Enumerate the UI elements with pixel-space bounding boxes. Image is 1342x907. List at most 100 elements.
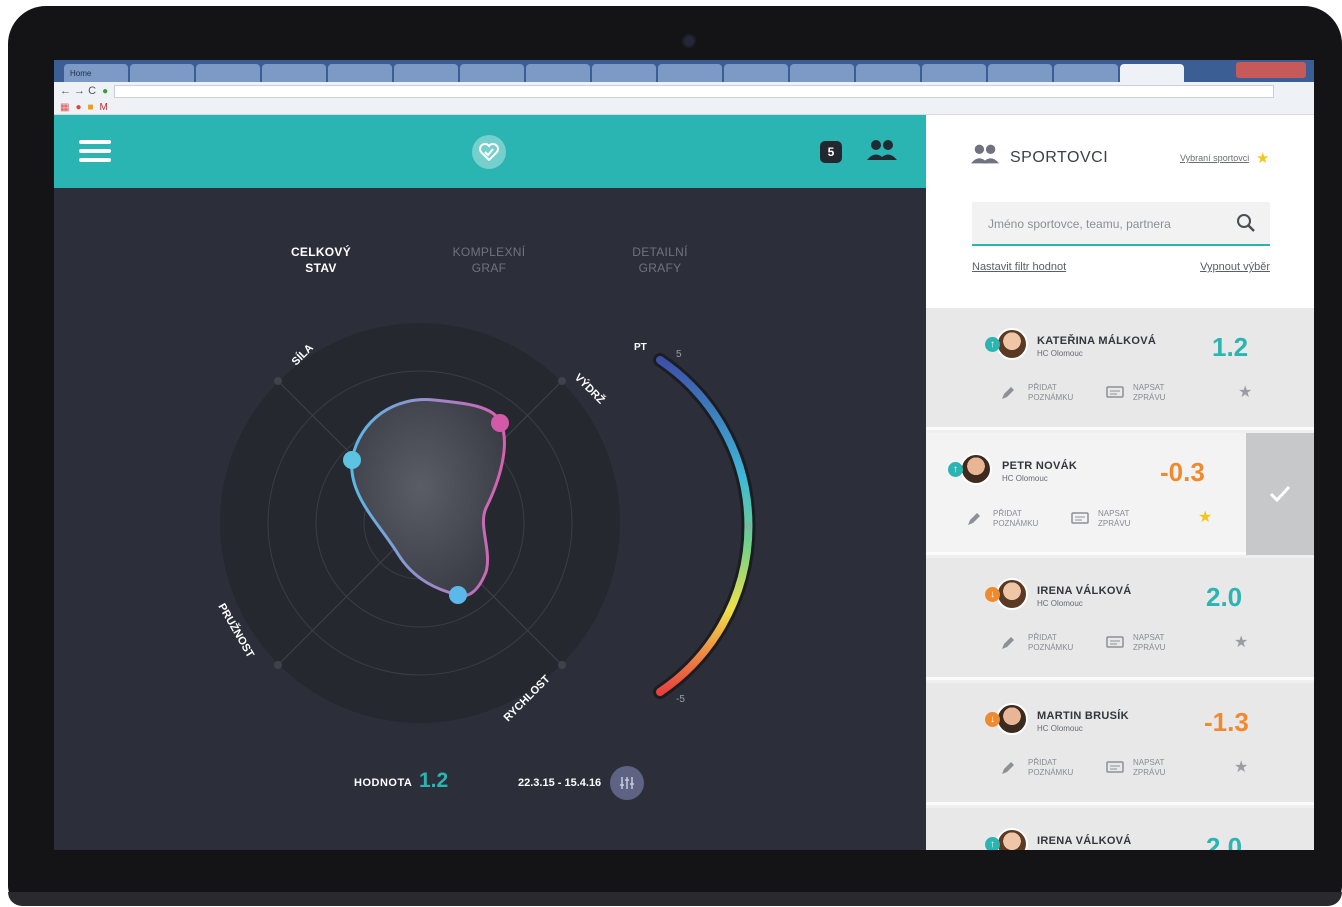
athlete-name: PETR NOVÁK — [1002, 460, 1078, 472]
browser-tab[interactable] — [988, 64, 1052, 82]
radar-chart-area: SÍLA VÝDRŽ RYCHLOST PRUŽNOST PT 5 0 -5 — [215, 323, 756, 724]
avatar — [996, 828, 1028, 850]
action-label: POZNÁMKU — [993, 519, 1039, 528]
pencil-icon[interactable] — [1000, 760, 1016, 781]
avatar — [996, 703, 1028, 735]
favorites-link[interactable]: Vybraní sportovci — [1180, 153, 1249, 163]
athlete-value: -1.3 — [1204, 707, 1249, 737]
message-icon[interactable] — [1071, 512, 1089, 531]
date-range[interactable]: 22.3.15 - 15.4.16 — [518, 777, 601, 789]
write-message-button[interactable]: NAPSAT ZPRÁVU — [1133, 383, 1165, 403]
sliders-icon — [620, 777, 634, 789]
filter-values-link[interactable]: Nastavit filtr hodnot — [972, 261, 1066, 273]
browser-tab[interactable] — [1120, 64, 1184, 82]
star-icon[interactable]: ★ — [1198, 507, 1212, 527]
message-icon[interactable] — [1106, 636, 1124, 655]
action-label: PŘIDAT — [1028, 383, 1057, 392]
tab-label: STAV — [305, 261, 337, 275]
trend-down-icon: ↓ — [985, 712, 1000, 727]
filter-sliders-button[interactable] — [610, 766, 644, 800]
tab-detailni-grafy[interactable]: DETAILNÍ GRAFY — [615, 244, 705, 276]
athlete-team: HC Olomouc — [1037, 724, 1083, 733]
action-label: ZPRÁVU — [1098, 519, 1131, 528]
pencil-icon[interactable] — [1000, 385, 1016, 406]
athlete-card[interactable]: ↑ IRENA VÁLKOVÁ 2.0 — [926, 808, 1314, 850]
hodnota-label: HODNOTA — [354, 777, 413, 789]
trend-up-icon: ↑ — [985, 837, 1000, 850]
browser-tab[interactable] — [922, 64, 986, 82]
action-label: ZPRÁVU — [1133, 768, 1166, 777]
write-message-button[interactable]: NAPSAT ZPRÁVU — [1133, 758, 1165, 778]
action-label: PŘIDAT — [993, 509, 1022, 518]
sidebar-header: SPORTOVCI Vybraní sportovci ★ Jméno spor… — [926, 115, 1314, 308]
add-note-button[interactable]: PŘIDAT POZNÁMKU — [1028, 758, 1073, 778]
radar-point-sila[interactable] — [343, 451, 361, 469]
pencil-icon[interactable] — [1000, 635, 1016, 656]
radar-point-rychlost[interactable] — [449, 586, 467, 604]
athlete-name: KATEŘINA MÁLKOVÁ — [1037, 335, 1157, 347]
axis-end-dot — [274, 377, 282, 385]
sidebar-title: SPORTOVCI — [1010, 149, 1109, 166]
search-placeholder: Jméno sportovce, teamu, partnera — [988, 217, 1171, 231]
axis-end-dot — [558, 661, 566, 669]
avatar — [996, 578, 1028, 610]
athlete-team: HC Olomouc — [1037, 349, 1083, 358]
action-label: PŘIDAT — [1028, 758, 1057, 767]
trend-up-icon: ↑ — [948, 462, 963, 477]
tab-komplexni-graf[interactable]: KOMPLEXNÍ GRAF — [444, 244, 534, 276]
athlete-card[interactable]: ↓ IRENA VÁLKOVÁ HC Olomouc 2.0 PŘIDAT POZ… — [926, 558, 1314, 680]
add-note-button[interactable]: PŘIDAT POZNÁMKU — [1028, 633, 1073, 653]
screen: Home ← → C ● ▦ ● ■ M 5 SÍLA VÝDRŽ RYCHLO… — [54, 60, 1314, 850]
search-field[interactable]: Jméno sportovce, teamu, partnera — [972, 202, 1270, 246]
window-controls[interactable] — [1236, 62, 1306, 78]
star-icon[interactable]: ★ — [1238, 382, 1252, 402]
action-label: POZNÁMKU — [1028, 643, 1074, 652]
write-message-button[interactable]: NAPSAT ZPRÁVU — [1098, 509, 1130, 529]
action-label: NAPSAT — [1133, 383, 1165, 392]
people-icon — [970, 143, 1000, 170]
scale-min: -5 — [676, 694, 685, 705]
scale-label-pt: PT — [634, 342, 647, 353]
athlete-team: HC Olomouc — [1002, 474, 1048, 483]
pencil-icon[interactable] — [966, 511, 982, 532]
axis-end-dot — [558, 377, 566, 385]
write-message-button[interactable]: NAPSAT ZPRÁVU — [1133, 633, 1165, 653]
athlete-card[interactable]: ↑ KATEŘINA MÁLKOVÁ HC Olomouc 1.2 PŘIDAT… — [926, 308, 1314, 430]
tab-celkovy-stav[interactable]: CELKOVÝ STAV — [276, 244, 366, 276]
athlete-name: IRENA VÁLKOVÁ — [1037, 835, 1132, 847]
action-label: NAPSAT — [1133, 758, 1165, 767]
tab-label: GRAFY — [638, 261, 682, 275]
add-note-button[interactable]: PŘIDAT POZNÁMKU — [1028, 383, 1073, 403]
message-icon[interactable] — [1106, 761, 1124, 780]
tab-label: CELKOVÝ — [290, 245, 352, 259]
star-icon[interactable]: ★ — [1256, 149, 1269, 167]
checkmark-icon — [1269, 485, 1291, 503]
scale-mid: 0 — [746, 522, 752, 533]
star-icon[interactable]: ★ — [1234, 632, 1248, 652]
athlete-card[interactable]: ↓ MARTIN BRUSÍK HC Olomouc -1.3 PŘIDAT PO… — [926, 683, 1314, 805]
disable-selection-link[interactable]: Vypnout výběr — [1200, 261, 1270, 273]
avatar — [996, 328, 1028, 360]
scale-max: 5 — [676, 349, 682, 360]
message-icon[interactable] — [1106, 386, 1124, 405]
scale-track — [653, 353, 756, 699]
radar-point-vydrz[interactable] — [491, 414, 509, 432]
trend-up-icon: ↑ — [985, 337, 1000, 352]
athlete-name: IRENA VÁLKOVÁ — [1037, 585, 1132, 597]
tab-label: DETAILNÍ — [632, 245, 688, 259]
action-label: POZNÁMKU — [1028, 768, 1074, 777]
athlete-value: 2.0 — [1206, 832, 1243, 850]
athlete-name: MARTIN BRUSÍK — [1037, 710, 1129, 722]
action-label: NAPSAT — [1098, 509, 1130, 518]
athlete-value: -0.3 — [1160, 457, 1205, 487]
search-icon[interactable] — [1236, 213, 1256, 238]
tab-label: KOMPLEXNÍ — [452, 245, 526, 259]
athlete-team: HC Olomouc — [1037, 599, 1083, 608]
browser-tab[interactable] — [1054, 64, 1118, 82]
action-label: ZPRÁVU — [1133, 643, 1166, 652]
star-icon[interactable]: ★ — [1234, 757, 1248, 777]
camera — [684, 36, 694, 46]
add-note-button[interactable]: PŘIDAT POZNÁMKU — [993, 509, 1038, 529]
action-label: POZNÁMKU — [1028, 393, 1074, 402]
selected-check-tab[interactable] — [1246, 433, 1314, 555]
